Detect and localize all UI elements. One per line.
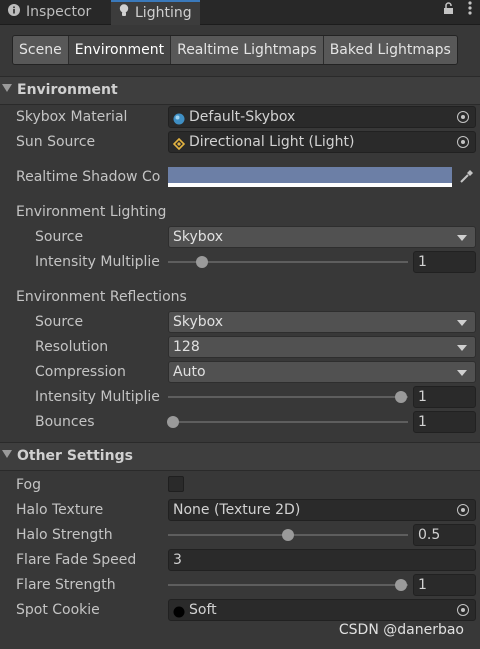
halo-texture-field[interactable]: None (Texture 2D)	[168, 499, 476, 521]
skybox-material-label: Skybox Material	[16, 109, 128, 125]
reflections-source-dropdown[interactable]: Skybox	[168, 311, 476, 333]
slider-thumb[interactable]	[282, 529, 294, 541]
info-icon	[8, 0, 20, 24]
other-settings-section-header[interactable]: Other Settings	[0, 442, 480, 471]
soft-cookie-icon	[173, 604, 185, 618]
foldout-arrow-icon[interactable]	[2, 84, 12, 92]
slider-thumb[interactable]	[394, 391, 407, 403]
environment-reflections-label: Environment Reflections	[16, 289, 187, 305]
flare-fade-speed-value: 3	[173, 552, 182, 568]
skybox-material-value: Default-Skybox	[189, 109, 296, 125]
bounces-field[interactable]: 1	[413, 411, 476, 433]
eyedropper-icon[interactable]	[456, 167, 476, 187]
realtime-shadow-color-label: Realtime Shadow Co	[16, 169, 161, 185]
reflection-intensity-slider[interactable]	[168, 387, 408, 407]
tab-inspector-label: Inspector	[26, 4, 92, 20]
flare-fade-speed-field[interactable]: 3	[168, 549, 476, 571]
lighting-source-dropdown[interactable]: Skybox	[168, 226, 476, 248]
lock-icon[interactable]	[443, 2, 458, 19]
bounces-slider[interactable]	[166, 412, 408, 432]
slider-thumb[interactable]	[394, 579, 407, 591]
spot-cookie-label: Spot Cookie	[16, 602, 100, 618]
lighting-intensity-slider[interactable]	[168, 252, 408, 272]
foldout-arrow-icon[interactable]	[2, 450, 12, 458]
chevron-down-icon	[457, 320, 467, 326]
tab-baked-lightmaps[interactable]: Baked Lightmaps	[323, 36, 457, 64]
spot-cookie-value: Soft	[189, 602, 217, 618]
alpha-bar	[168, 183, 452, 187]
tab-lighting-label: Lighting	[135, 5, 192, 21]
chevron-down-icon	[457, 370, 467, 376]
flare-strength-slider[interactable]	[168, 575, 408, 595]
chevron-down-icon	[457, 345, 467, 351]
fog-label: Fog	[16, 477, 42, 493]
compression-value: Auto	[173, 364, 206, 380]
object-picker-icon[interactable]	[457, 604, 469, 616]
tab-environment[interactable]: Environment	[68, 36, 172, 64]
window-tab-strip: Inspector Lighting	[0, 0, 480, 25]
environment-section-header[interactable]: Environment	[0, 76, 480, 105]
color-swatch	[168, 167, 452, 183]
fog-checkbox[interactable]	[168, 476, 184, 492]
reflection-intensity-value: 1	[418, 389, 427, 405]
halo-texture-label: Halo Texture	[16, 502, 104, 518]
lighting-intensity-label: Intensity Multiplie	[35, 254, 160, 270]
chevron-down-icon	[457, 235, 467, 241]
bounces-label: Bounces	[35, 414, 95, 430]
slider-track	[168, 421, 408, 423]
compression-dropdown[interactable]: Auto	[168, 361, 476, 383]
halo-strength-label: Halo Strength	[16, 527, 113, 543]
flare-strength-field[interactable]: 1	[413, 574, 476, 596]
lightbulb-icon	[119, 2, 129, 24]
sun-source-field[interactable]: Directional Light (Light)	[168, 131, 476, 153]
watermark: CSDN @danerbao	[338, 622, 464, 638]
lighting-mode-toolbar: Scene Environment Realtime Lightmaps Bak…	[12, 35, 458, 65]
reflections-source-label: Source	[35, 314, 84, 330]
reflection-intensity-label: Intensity Multiplie	[35, 389, 160, 405]
reflection-intensity-field[interactable]: 1	[413, 386, 476, 408]
flare-strength-label: Flare Strength	[16, 577, 116, 593]
lighting-intensity-value: 1	[418, 254, 427, 270]
tab-scene[interactable]: Scene	[13, 36, 69, 64]
tab-realtime-lightmaps[interactable]: Realtime Lightmaps	[171, 36, 324, 64]
spot-cookie-field[interactable]: Soft	[168, 599, 476, 621]
sun-source-label: Sun Source	[16, 134, 96, 150]
flare-fade-speed-label: Flare Fade Speed	[16, 552, 137, 568]
compression-label: Compression	[35, 364, 126, 380]
object-picker-icon[interactable]	[457, 136, 469, 148]
halo-strength-slider[interactable]	[168, 525, 408, 545]
realtime-shadow-color-swatch[interactable]	[168, 167, 452, 187]
sphere-material-icon	[173, 111, 185, 125]
skybox-material-field[interactable]: Default-Skybox	[168, 106, 476, 128]
window-header-icons	[433, 0, 472, 24]
slider-thumb[interactable]	[195, 256, 208, 268]
menu-dots-icon[interactable]	[468, 1, 472, 19]
directional-light-icon	[172, 136, 186, 151]
slider-thumb[interactable]	[166, 416, 179, 428]
lighting-source-label: Source	[35, 229, 84, 245]
environment-lighting-label: Environment Lighting	[16, 204, 167, 220]
resolution-dropdown[interactable]: 128	[168, 336, 476, 358]
resolution-label: Resolution	[35, 339, 109, 355]
lighting-intensity-field[interactable]: 1	[413, 251, 476, 273]
halo-strength-field[interactable]: 0.5	[413, 524, 476, 546]
bounces-value: 1	[418, 414, 427, 430]
slider-track	[168, 396, 408, 398]
sun-source-value: Directional Light (Light)	[189, 134, 355, 150]
environment-section-title: Environment	[17, 82, 118, 98]
reflections-source-value: Skybox	[173, 314, 224, 330]
object-picker-icon[interactable]	[457, 504, 469, 516]
halo-strength-value: 0.5	[418, 527, 441, 543]
flare-strength-value: 1	[418, 577, 427, 593]
lighting-source-value: Skybox	[173, 229, 224, 245]
slider-track	[168, 584, 408, 586]
other-settings-section-title: Other Settings	[17, 448, 133, 464]
tab-inspector[interactable]: Inspector	[0, 0, 99, 24]
tab-lighting[interactable]: Lighting	[111, 0, 200, 25]
object-picker-icon[interactable]	[457, 111, 469, 123]
halo-texture-value: None (Texture 2D)	[173, 502, 301, 518]
resolution-value: 128	[173, 339, 200, 355]
